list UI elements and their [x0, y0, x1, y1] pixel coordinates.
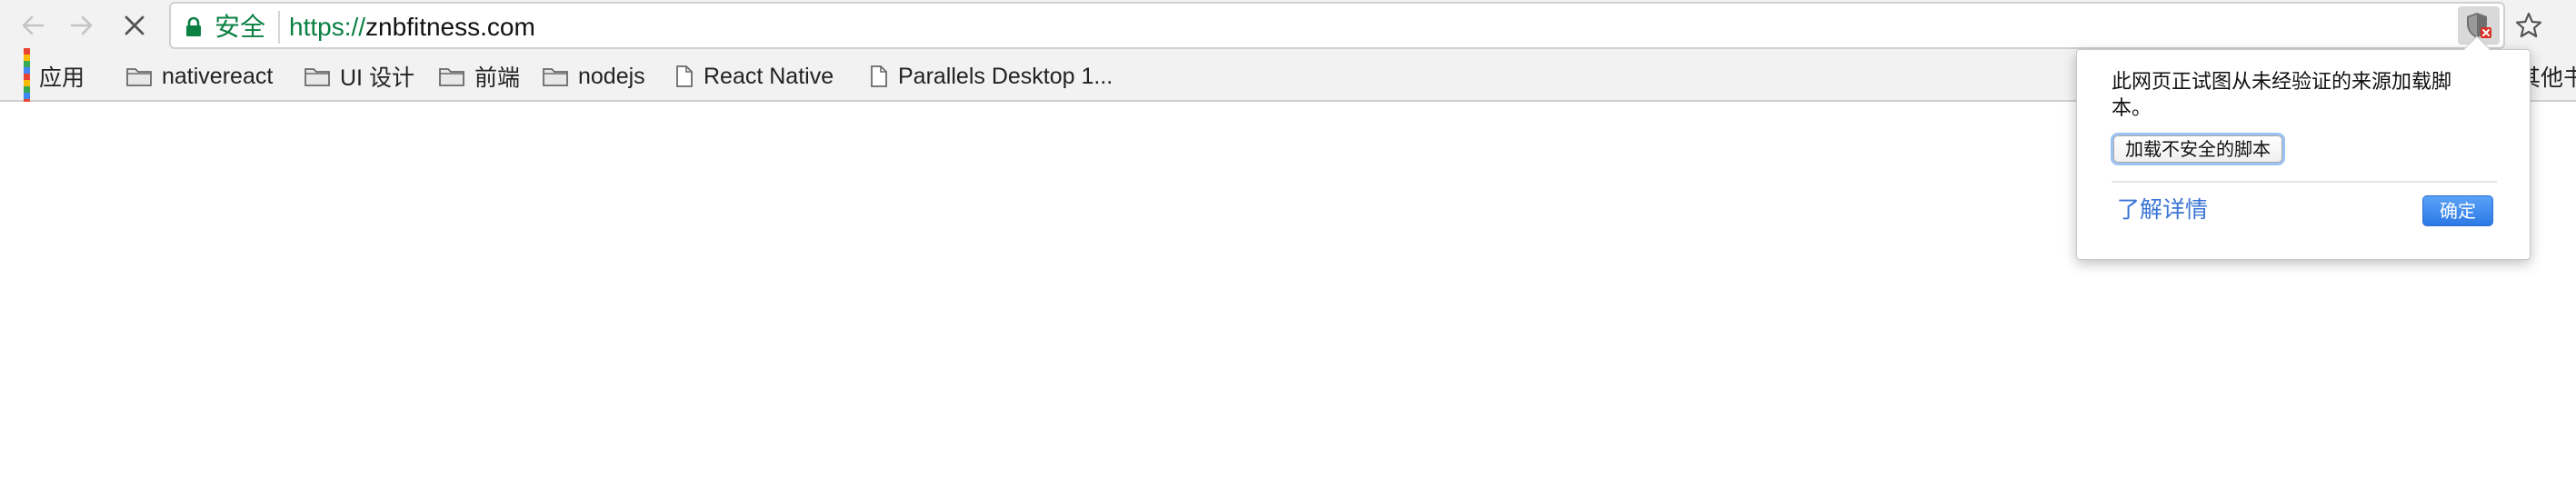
- apps-grid-icon: [24, 47, 30, 105]
- bookmark-parallels-desktop[interactable]: Parallels Desktop 1...: [869, 60, 1113, 93]
- bookmark-label: UI 设计: [340, 65, 414, 91]
- url-text[interactable]: https://znbfitness.com: [289, 13, 535, 42]
- bookmark-label: Parallels Desktop 1...: [898, 63, 1113, 89]
- bookmark-star-icon: [2515, 12, 2542, 38]
- bookmark-star-button[interactable]: [2509, 5, 2549, 45]
- url-host: znbfitness.com: [365, 13, 535, 41]
- forward-button[interactable]: [64, 7, 100, 44]
- address-bar[interactable]: 安全 https://znbfitness.com: [169, 2, 2505, 49]
- bookmark-label: nodejs: [578, 63, 645, 89]
- ok-button[interactable]: 确定: [2422, 195, 2493, 226]
- browser-window: 安全 https://znbfitness.com 应用 nativereact…: [0, 0, 2576, 498]
- address-bar-divider: [278, 11, 280, 44]
- folder-icon: [543, 68, 568, 86]
- bookmark-apps[interactable]: 应用: [24, 47, 85, 105]
- folder-icon: [126, 68, 152, 86]
- browser-toolbar: 安全 https://znbfitness.com: [0, 0, 2576, 51]
- bookmark-react-native[interactable]: React Native: [674, 60, 834, 93]
- popup-divider: [2112, 181, 2497, 183]
- back-arrow-icon: [22, 15, 45, 35]
- lock-icon: [186, 16, 201, 36]
- folder-icon: [305, 68, 330, 86]
- insecure-script-popup: 此网页正试图从未经验证的来源加载脚本。 加载不安全的脚本 了解详情 确定: [2076, 49, 2531, 260]
- bookmark-label: 应用: [39, 65, 85, 91]
- bookmark-folder-frontend[interactable]: 前端: [438, 60, 520, 93]
- bookmark-label: 前端: [474, 65, 521, 91]
- bookmark-label: nativereact: [162, 63, 274, 89]
- forward-arrow-icon: [70, 15, 93, 35]
- url-scheme: https://: [289, 13, 366, 41]
- page-icon: [676, 65, 693, 87]
- learn-more-link[interactable]: 了解详情: [2117, 195, 2208, 224]
- bookmark-label: React Native: [704, 63, 834, 89]
- stop-loading-button[interactable]: [116, 7, 153, 44]
- load-unsafe-scripts-button[interactable]: 加载不安全的脚本: [2113, 135, 2282, 163]
- bookmark-folder-nodejs[interactable]: nodejs: [542, 60, 645, 93]
- stop-loading-icon: [125, 15, 145, 35]
- back-button[interactable]: [15, 7, 51, 44]
- security-status-label[interactable]: 安全: [215, 13, 265, 42]
- popup-message: 此网页正试图从未经验证的来源加载脚本。: [2112, 70, 2452, 119]
- bookmark-folder-ui-design[interactable]: UI 设计: [304, 60, 414, 93]
- page-icon: [871, 65, 887, 87]
- folder-icon: [439, 68, 464, 86]
- blocked-script-shield-icon: [2467, 13, 2491, 38]
- bookmark-folder-nativereact[interactable]: nativereact: [125, 60, 273, 93]
